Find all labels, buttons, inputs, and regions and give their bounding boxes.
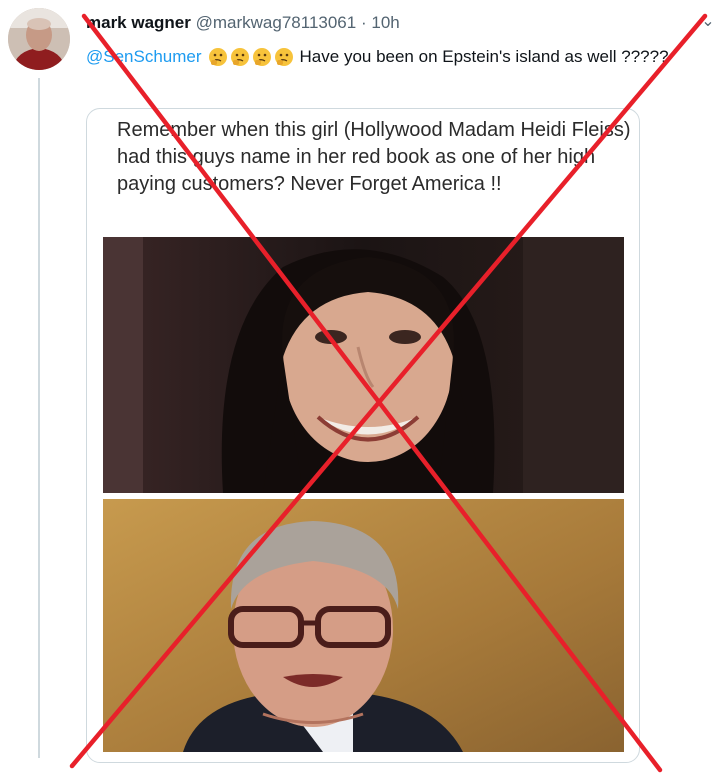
tweet-body-text: Have you been on Epstein's island as wel…	[299, 47, 669, 66]
thinking-face-icon	[208, 48, 227, 66]
photo-man-with-glasses[interactable]	[103, 499, 624, 752]
tweet: mark wagner @markwag78113061 · 10h ⌄ @Se…	[0, 0, 720, 773]
thinking-face-icon	[252, 48, 271, 66]
quoted-post-text: Remember when this girl (Hollywood Madam…	[117, 119, 631, 195]
quoted-post-card[interactable]: Remember when this girl (Hollywood Madam…	[86, 108, 640, 763]
photo-woman-smiling[interactable]	[103, 237, 624, 493]
author-name[interactable]: mark wagner	[86, 13, 191, 32]
thinking-face-icon	[274, 48, 293, 66]
separator-dot: ·	[360, 13, 367, 32]
ellipsis-icon[interactable]: ⌄	[698, 12, 718, 32]
thinking-face-icon	[230, 48, 249, 66]
author-handle[interactable]: @markwag78113061	[196, 13, 357, 32]
thread-line	[38, 78, 40, 758]
tweet-header: mark wagner @markwag78113061 · 10h	[86, 12, 400, 34]
tweet-text: @SenSchumer Have you been on Epstein's is…	[86, 44, 701, 73]
emoji-group	[208, 47, 296, 73]
mention-link[interactable]: @SenSchumer	[86, 47, 202, 66]
avatar[interactable]	[8, 8, 70, 70]
timestamp[interactable]: 10h	[371, 13, 399, 32]
